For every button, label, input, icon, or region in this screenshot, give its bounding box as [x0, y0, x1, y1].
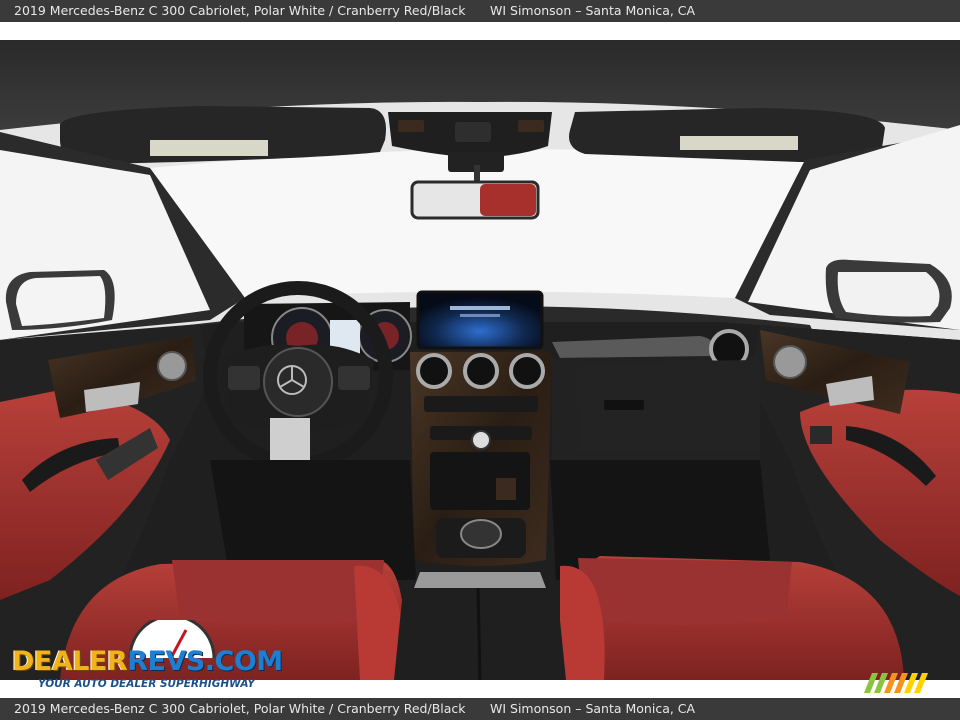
top-margin [0, 22, 960, 40]
infotainment-screen [416, 290, 544, 350]
dealerrevs-logo: DEALERREVS.COM YOUR AUTO DEALER SUPERHIG… [12, 620, 283, 692]
sun-visor-right [569, 108, 885, 162]
stripes-logo-icon [864, 673, 928, 693]
caption-bar-top: 2019 Mercedes-Benz C 300 Cabriolet, Pola… [0, 0, 960, 22]
vent-icon [416, 353, 452, 389]
dealer-caption: WI Simonson – Santa Monica, CA [490, 701, 696, 716]
clock-icon [471, 430, 491, 450]
interior-photo [0, 40, 960, 680]
vent-icon [463, 353, 499, 389]
dealer-caption: WI Simonson – Santa Monica, CA [490, 3, 696, 18]
logo-wordmark: DEALERREVS.COM [12, 646, 283, 677]
vehicle-caption: 2019 Mercedes-Benz C 300 Cabriolet, Pola… [14, 3, 466, 18]
vehicle-caption: 2019 Mercedes-Benz C 300 Cabriolet, Pola… [14, 701, 466, 716]
caption-bar-bottom: 2019 Mercedes-Benz C 300 Cabriolet, Pola… [0, 698, 960, 720]
visor-label-left [150, 140, 268, 156]
visor-label-right [680, 136, 798, 150]
vent-icon [509, 353, 545, 389]
dashboard-illustration [0, 40, 960, 680]
logo-tagline: YOUR AUTO DEALER SUPERHIGHWAY [38, 678, 255, 690]
